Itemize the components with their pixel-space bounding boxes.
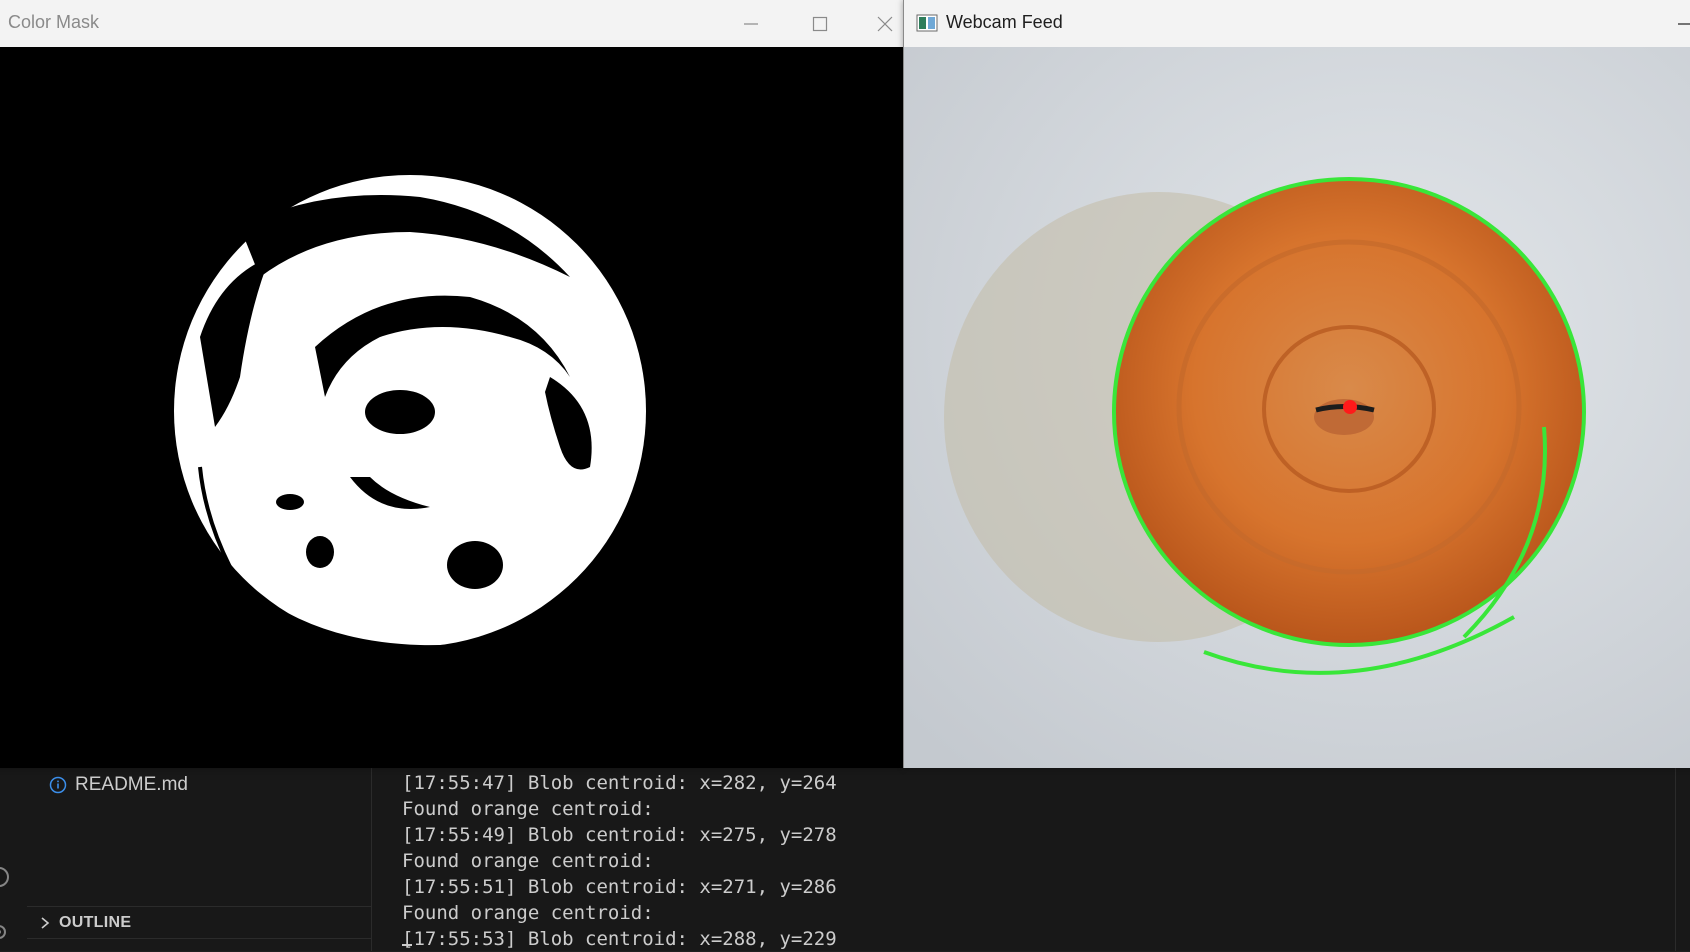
activity-bar [0,766,28,951]
minimize-icon [744,22,758,25]
terminal-line: [17:55:51] Blob centroid: x=271, y=286 [402,876,837,898]
section-divider [27,938,371,939]
mask-image [0,47,903,768]
minimize-icon [1678,22,1690,25]
account-icon[interactable] [0,866,10,888]
mask-view [0,47,903,768]
close-icon [877,16,893,31]
maximize-button[interactable] [797,0,843,47]
webcam-view [904,47,1690,768]
titlebar[interactable]: Color Mask [0,0,903,47]
terminal-scrollbar[interactable] [1675,766,1676,951]
info-icon [49,776,67,794]
terminal-line: [17:55:53] Blob centroid: x=288, y=229 [402,928,837,950]
window-title: Color Mask [8,12,100,32]
vscode-workbench: README.md OUTLINE [17:55:47] Blob centro… [0,766,1690,951]
terminal-line: Found orange centroid: [402,902,654,924]
terminal-output: [17:55:47] Blob centroid: x=282, y=264 F… [402,770,837,952]
outline-label: OUTLINE [59,914,132,931]
color-mask-window[interactable]: Color Mask [0,0,903,768]
file-name: README.md [75,774,188,795]
webcam-feed-window[interactable]: Webcam Feed [903,0,1690,768]
terminal-line: [17:55:47] Blob centroid: x=282, y=264 [402,772,837,794]
explorer-panel: README.md OUTLINE [27,766,372,951]
app-icon [916,14,938,32]
close-button[interactable] [862,0,908,47]
chevron-right-icon [41,917,50,929]
webcam-image [904,47,1690,768]
terminal-cursor [402,944,412,946]
gear-icon[interactable] [0,921,10,943]
maximize-icon [812,16,828,31]
minimize-button[interactable] [1662,0,1690,47]
outline-section-header[interactable]: OUTLINE [27,906,371,939]
minimize-button[interactable] [728,0,774,47]
file-readme[interactable]: README.md [49,772,188,798]
terminal-panel[interactable]: [17:55:47] Blob centroid: x=282, y=264 F… [372,766,1690,951]
terminal-line: [17:55:49] Blob centroid: x=275, y=278 [402,824,837,846]
titlebar[interactable]: Webcam Feed [904,0,1690,47]
terminal-line: Found orange centroid: [402,798,654,820]
terminal-line: Found orange centroid: [402,850,654,872]
window-title: Webcam Feed [946,12,1063,32]
